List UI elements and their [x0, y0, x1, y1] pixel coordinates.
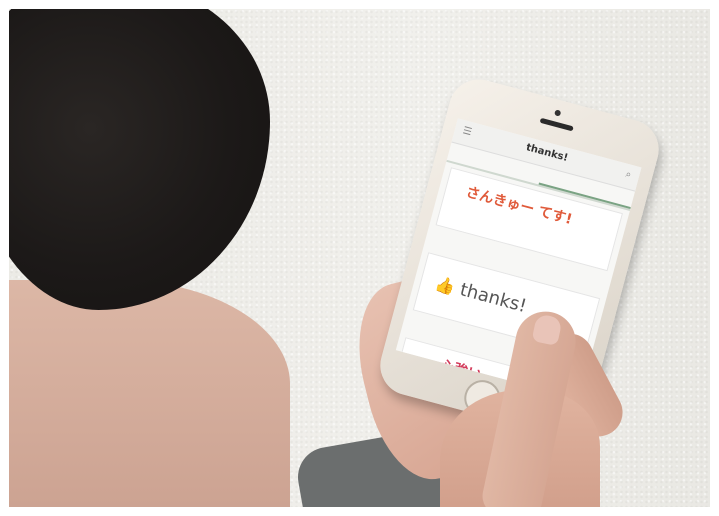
- person-neck: [0, 280, 290, 516]
- photo-scene: ☰ thanks! ⌕ さんきゅー てす! 👍 thanks! 心強い: [0, 0, 719, 516]
- thumbs-up-icon: 👍: [433, 273, 458, 297]
- front-camera: [554, 109, 562, 117]
- sticker-thanks: 👍 thanks!: [433, 273, 529, 318]
- fingernail: [531, 313, 563, 347]
- earpiece-speaker: [539, 117, 574, 132]
